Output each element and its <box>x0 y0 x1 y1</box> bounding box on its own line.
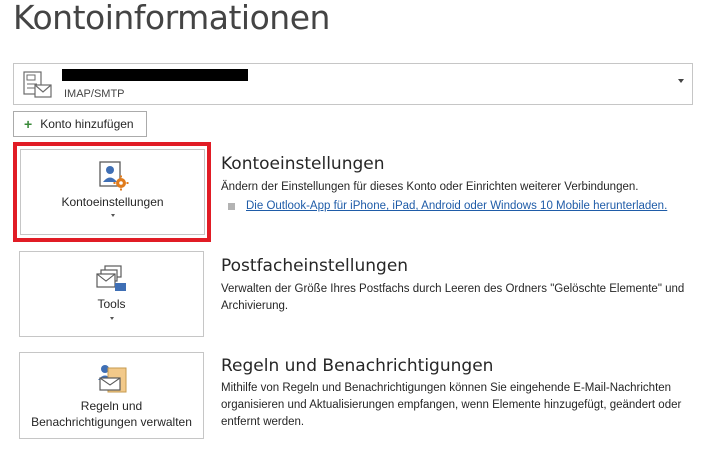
account-settings-button[interactable]: Kontoeinstellungen <box>20 149 205 235</box>
section-title-rules-alerts: Regeln und Benachrichtigungen <box>221 356 494 376</box>
section-title-mailbox-settings: Postfacheinstellungen <box>221 256 409 276</box>
rules-alerts-icon <box>97 365 126 393</box>
rules-button-label-line1: Regeln und <box>80 399 143 413</box>
rules-button-label-line2: Benachrichtigungen verwalten <box>31 415 192 429</box>
mail-account-icon <box>23 71 52 98</box>
plus-icon: + <box>24 116 33 132</box>
manage-rules-alerts-button[interactable]: Regeln und Benachrichtigungen verwalten <box>19 352 204 439</box>
outlook-app-download-link[interactable]: Die Outlook-App für iPhone, iPad, Androi… <box>246 200 667 212</box>
account-selector-dropdown[interactable]: IMAP/SMTP <box>13 63 693 105</box>
account-settings-button-label: Kontoeinstellungen <box>61 195 164 209</box>
chevron-down-icon <box>110 214 115 217</box>
add-account-button[interactable]: + Konto hinzufügen <box>13 111 147 137</box>
link-bullet-icon <box>228 203 235 210</box>
chevron-down-icon <box>678 79 684 83</box>
account-settings-icon <box>98 161 128 191</box>
section-description-mailbox-settings: Verwalten der Größe Ihres Postfachs durc… <box>221 283 685 312</box>
add-account-label: Konto hinzufügen <box>40 117 134 131</box>
tools-icon <box>95 265 126 291</box>
section-description-rules-alerts: Mithilfe von Regeln und Benachrichtigung… <box>221 382 682 428</box>
chevron-down-icon <box>109 317 114 320</box>
tools-button-label: Tools <box>97 297 126 311</box>
account-name-redacted <box>62 69 248 81</box>
account-type: IMAP/SMTP <box>64 88 125 100</box>
page-title: Kontoinformationen <box>13 0 330 37</box>
section-description-account-settings: Ändern der Einstellungen für dieses Kont… <box>221 181 639 193</box>
section-title-account-settings: Kontoeinstellungen <box>221 154 385 174</box>
tools-button[interactable]: Tools <box>19 251 204 337</box>
